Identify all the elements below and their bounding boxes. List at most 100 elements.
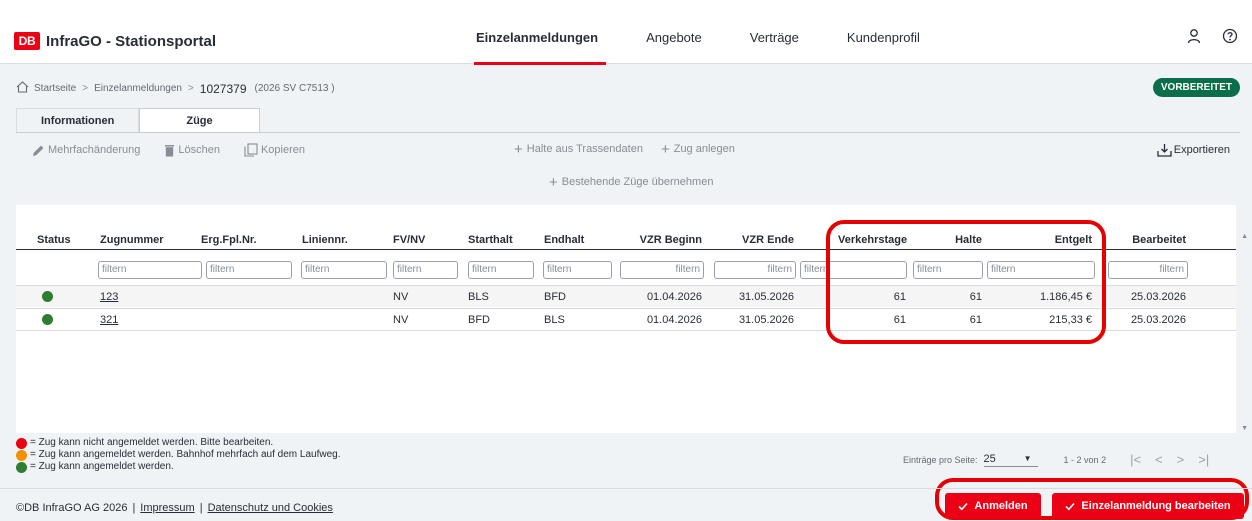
- tab-informationen[interactable]: Informationen: [16, 108, 140, 132]
- legend-text: = Zug kann nicht angemeldet werden. Bitt…: [30, 437, 274, 448]
- filter-fvnv[interactable]: filtern: [393, 261, 458, 279]
- db-logo: DB: [14, 32, 40, 50]
- help-icon[interactable]: [1222, 28, 1238, 44]
- filter-starthalt[interactable]: filtern: [468, 261, 534, 279]
- page-range: 1 - 2 von 2: [1063, 454, 1107, 465]
- col-zugnummer[interactable]: Zugnummer: [100, 234, 164, 246]
- logo[interactable]: DB InfraGO - Stationsportal: [14, 32, 216, 50]
- status-badge: VORBEREITET: [1152, 78, 1240, 97]
- filter-vzr-beginn[interactable]: filtern: [620, 261, 704, 279]
- nav-angebote[interactable]: Angebote: [646, 30, 702, 64]
- next-page-icon[interactable]: >: [1177, 452, 1185, 467]
- add-train-button[interactable]: + Zug anlegen: [660, 140, 735, 158]
- breadcrumb-current: 1027379: [199, 81, 247, 96]
- legend-text: = Zug kann angemeldet werden. Bahnhof me…: [30, 449, 341, 460]
- chevron-down-icon: ▼: [1023, 454, 1032, 463]
- col-ergfplnr[interactable]: Erg.Fpl.Nr.: [201, 234, 257, 246]
- col-status[interactable]: Status: [37, 234, 71, 246]
- plus-icon: +: [660, 140, 670, 158]
- home-icon[interactable]: [16, 81, 29, 96]
- vzr-ende-cell: 31.05.2026: [738, 314, 794, 326]
- per-page-select[interactable]: 25 ▼: [983, 452, 1038, 467]
- header-icons: [1186, 28, 1238, 44]
- col-fvnv[interactable]: FV/NV: [393, 234, 425, 246]
- green-dot-icon: [16, 461, 27, 473]
- tab-divider: [16, 132, 1240, 133]
- col-vzr-beginn[interactable]: VZR Beginn: [630, 234, 702, 246]
- vzr-beginn-cell: 01.04.2026: [646, 314, 702, 326]
- bearbeitet-cell: 25.03.2026: [1130, 291, 1186, 303]
- red-dot-icon: [16, 437, 27, 449]
- filter-zugnummer[interactable]: filtern: [98, 261, 202, 279]
- checkmark-icon: [958, 502, 969, 510]
- col-endhalt[interactable]: Endhalt: [544, 234, 584, 246]
- col-liniennr[interactable]: Liniennr.: [302, 234, 348, 246]
- app-header: DB InfraGO - Stationsportal Einzelanmeld…: [0, 0, 1252, 65]
- scroll-down-arrow-icon[interactable]: ▼: [1241, 425, 1248, 432]
- user-icon[interactable]: [1186, 28, 1202, 44]
- toolbar-middle: + Halte aus Trassendaten + Zug anlegen: [514, 140, 753, 158]
- nav-kundenprofil[interactable]: Kundenprofil: [847, 30, 920, 64]
- page-nav: |< < > >|: [1130, 452, 1209, 467]
- multi-edit-button[interactable]: Mehrfachänderung: [32, 144, 140, 157]
- filter-ergfplnr[interactable]: filtern: [206, 261, 292, 279]
- multi-edit-label: Mehrfachänderung: [48, 144, 141, 156]
- vzr-ende-cell: 31.05.2026: [738, 291, 794, 303]
- prev-page-icon[interactable]: <: [1155, 452, 1163, 467]
- chevron-right-icon: >: [82, 83, 89, 94]
- copy-button[interactable]: Kopieren: [244, 143, 305, 157]
- col-vzr-ende[interactable]: VZR Ende: [722, 234, 794, 246]
- trash-icon: [165, 144, 175, 156]
- privacy-link[interactable]: Datenschutz und Cookies: [208, 502, 333, 514]
- endhalt-cell: BLS: [544, 314, 565, 326]
- zugnummer-link[interactable]: 321: [100, 314, 118, 326]
- copy-icon: [244, 143, 258, 157]
- delete-button[interactable]: Löschen: [164, 144, 220, 157]
- per-page-value: 25: [983, 452, 996, 465]
- bearbeitet-cell: 25.03.2026: [1130, 314, 1186, 326]
- export-label: Exportieren: [1173, 144, 1230, 156]
- filter-liniennr[interactable]: filtern: [301, 261, 387, 279]
- orange-dot-icon: [16, 449, 27, 461]
- col-bearbeitet[interactable]: Bearbeitet: [1114, 234, 1186, 246]
- take-existing-trains-button[interactable]: + Bestehende Züge übernehmen: [549, 173, 714, 191]
- scroll-up-arrow-icon[interactable]: ▲: [1241, 233, 1248, 240]
- breadcrumb-sub: (2026 SV C7513 ): [254, 83, 335, 94]
- main-nav: Einzelanmeldungen Angebote Verträge Kund…: [473, 30, 968, 65]
- edit-registration-button[interactable]: Einzelanmeldung bearbeiten: [1052, 493, 1244, 519]
- filter-bearbeitet[interactable]: filtern: [1108, 261, 1188, 279]
- endhalt-cell: BFD: [544, 291, 566, 303]
- nav-einzelanmeldungen[interactable]: Einzelanmeldungen: [473, 30, 607, 65]
- tab-bar: Informationen Züge: [16, 108, 260, 133]
- last-page-icon[interactable]: >|: [1198, 452, 1209, 467]
- register-button[interactable]: Anmelden: [945, 493, 1041, 519]
- filter-vzr-ende[interactable]: filtern: [714, 261, 796, 279]
- status-indicator: [42, 314, 53, 325]
- plus-icon: +: [549, 173, 558, 191]
- legend-item-red: = Zug kann nicht angemeldet werden. Bitt…: [16, 437, 340, 449]
- pencil-icon: [33, 145, 44, 156]
- checkmark-icon: [1065, 502, 1076, 510]
- impressum-link[interactable]: Impressum: [140, 502, 194, 514]
- tab-zuege[interactable]: Züge: [139, 108, 260, 133]
- legend-item-orange: = Zug kann angemeldet werden. Bahnhof me…: [16, 449, 340, 461]
- starthalt-cell: BLS: [468, 291, 489, 303]
- breadcrumb-home[interactable]: Startseite: [34, 83, 76, 94]
- col-starthalt[interactable]: Starthalt: [468, 234, 513, 246]
- plus-icon: +: [514, 140, 523, 158]
- footer-separator: |: [132, 502, 136, 514]
- filter-endhalt[interactable]: filtern: [543, 261, 612, 279]
- export-button[interactable]: Exportieren: [1157, 143, 1230, 157]
- copy-label: Kopieren: [260, 144, 305, 156]
- nav-vertraege[interactable]: Verträge: [750, 30, 799, 64]
- breadcrumb-einzelanmeldungen[interactable]: Einzelanmeldungen: [94, 83, 182, 94]
- fvnv-cell: NV: [393, 291, 409, 303]
- vzr-beginn-cell: 01.04.2026: [646, 291, 702, 303]
- zugnummer-link[interactable]: 123: [100, 291, 118, 303]
- first-page-icon[interactable]: |<: [1130, 452, 1141, 467]
- status-indicator: [42, 291, 53, 302]
- take-existing-label: Bestehende Züge übernehmen: [561, 176, 714, 188]
- legend-item-green: = Zug kann angemeldet werden.: [16, 461, 340, 473]
- footer: ©DB InfraGO AG 2026 | Impressum | Datens…: [16, 502, 333, 514]
- stops-from-path-button[interactable]: + Halte aus Trassendaten: [514, 140, 643, 158]
